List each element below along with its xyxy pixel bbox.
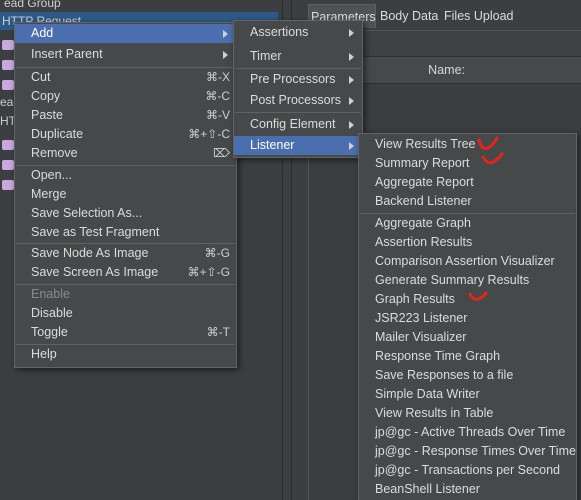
tab-files-upload[interactable]: Files Upload <box>442 4 515 28</box>
menu-item-insert-parent[interactable]: Insert Parent <box>15 45 236 64</box>
shortcut-label: ⌘-C <box>205 89 230 103</box>
sampler-icon <box>2 60 14 70</box>
shortcut-label: ⌘+⇧-C <box>188 127 230 141</box>
shortcut-label: ⌘-X <box>206 70 230 84</box>
menu-item-summary-report[interactable]: Summary Report <box>359 154 576 173</box>
submenu-arrow-icon <box>223 30 228 38</box>
menu-item-toggle[interactable]: Toggle ⌘-T <box>15 323 236 342</box>
menu-item-view-results-tree[interactable]: View Results Tree <box>359 135 576 154</box>
shortcut-label: ⌘-V <box>206 108 230 122</box>
delete-key-icon: ⌦ <box>213 146 230 160</box>
menu-item-duplicate[interactable]: Duplicate ⌘+⇧-C <box>15 125 236 144</box>
tab-body-data[interactable]: Body Data <box>378 4 440 28</box>
menu-item-save-selection-as[interactable]: Save Selection As... <box>15 204 236 223</box>
sampler-icon <box>2 180 14 190</box>
menu-item-assertions[interactable]: Assertions <box>234 23 362 42</box>
menu-item-assertion-results[interactable]: Assertion Results <box>359 233 576 252</box>
menu-item-help[interactable]: Help <box>15 345 236 364</box>
menu-item-open[interactable]: Open... <box>15 166 236 185</box>
menu-item-disable[interactable]: Disable <box>15 304 236 323</box>
menu-item-jpgc-response-times-over-time[interactable]: jp@gc - Response Times Over Time <box>359 442 576 461</box>
menu-item-save-as-test-fragment[interactable]: Save as Test Fragment <box>15 223 236 242</box>
menu-item-save-node-as-image[interactable]: Save Node As Image ⌘-G <box>15 244 236 263</box>
menu-separator <box>235 112 361 113</box>
shortcut-label: ⌘-G <box>204 246 230 260</box>
menu-item-beanshell-listener[interactable]: BeanShell Listener <box>359 480 576 499</box>
tree-node-thread-group[interactable]: ead Group <box>4 0 282 12</box>
menu-item-copy[interactable]: Copy ⌘-C <box>15 87 236 106</box>
sampler-icon <box>2 140 14 150</box>
shortcut-label: ⌘-T <box>206 325 230 339</box>
menu-item-cut[interactable]: Cut ⌘-X <box>15 68 236 87</box>
menu-item-merge[interactable]: Merge <box>15 185 236 204</box>
listener-submenu: View Results Tree Summary Report Aggrega… <box>358 133 577 500</box>
menu-item-jpgc-active-threads-over-time[interactable]: jp@gc - Active Threads Over Time <box>359 423 576 442</box>
menu-item-view-results-in-table[interactable]: View Results in Table <box>359 404 576 423</box>
red-checkmark-icon <box>468 291 488 301</box>
menu-item-simple-data-writer[interactable]: Simple Data Writer <box>359 385 576 404</box>
submenu-arrow-icon <box>349 29 354 37</box>
sampler-icon <box>2 40 14 50</box>
menu-item-listener[interactable]: Listener <box>234 136 362 155</box>
menu-item-post-processors[interactable]: Post Processors <box>234 91 362 110</box>
context-menu: Add Insert Parent Cut ⌘-X Copy ⌘-C Paste… <box>14 22 237 368</box>
submenu-arrow-icon <box>349 142 354 150</box>
submenu-arrow-icon <box>349 121 354 129</box>
menu-item-save-responses-to-file[interactable]: Save Responses to a file <box>359 366 576 385</box>
menu-separator <box>235 68 361 69</box>
sampler-icon <box>2 80 14 90</box>
sampler-icon <box>2 160 14 170</box>
submenu-arrow-icon <box>349 76 354 84</box>
red-checkmark-icon <box>481 152 504 165</box>
menu-item-aggregate-graph[interactable]: Aggregate Graph <box>359 214 576 233</box>
menu-item-jsr223-listener[interactable]: JSR223 Listener <box>359 309 576 328</box>
menu-item-remove[interactable]: Remove ⌦ <box>15 144 236 163</box>
submenu-arrow-icon <box>349 97 354 105</box>
menu-item-mailer-visualizer[interactable]: Mailer Visualizer <box>359 328 576 347</box>
menu-item-response-time-graph[interactable]: Response Time Graph <box>359 347 576 366</box>
menu-item-jpgc-transactions-per-second[interactable]: jp@gc - Transactions per Second <box>359 461 576 480</box>
menu-item-comparison-assertion-visualizer[interactable]: Comparison Assertion Visualizer <box>359 252 576 271</box>
red-checkmark-icon <box>477 136 499 151</box>
menu-item-timer[interactable]: Timer <box>234 47 362 66</box>
menu-item-config-element[interactable]: Config Element <box>234 115 362 134</box>
submenu-arrow-icon <box>223 51 228 59</box>
menu-item-aggregate-report[interactable]: Aggregate Report <box>359 173 576 192</box>
shortcut-label: ⌘+⇧-G <box>187 265 230 279</box>
add-submenu: Assertions Timer Pre Processors Post Pro… <box>233 20 363 158</box>
submenu-arrow-icon <box>349 53 354 61</box>
tree-node-label: ead Group <box>4 0 61 10</box>
menu-item-add[interactable]: Add <box>15 24 236 43</box>
menu-item-generate-summary-results[interactable]: Generate Summary Results <box>359 271 576 290</box>
menu-item-paste[interactable]: Paste ⌘-V <box>15 106 236 125</box>
menu-item-enable: Enable <box>31 287 70 301</box>
menu-item-save-screen-as-image[interactable]: Save Screen As Image ⌘+⇧-G <box>15 263 236 282</box>
menu-item-backend-listener[interactable]: Backend Listener <box>359 192 576 211</box>
menu-item-pre-processors[interactable]: Pre Processors <box>234 70 362 89</box>
